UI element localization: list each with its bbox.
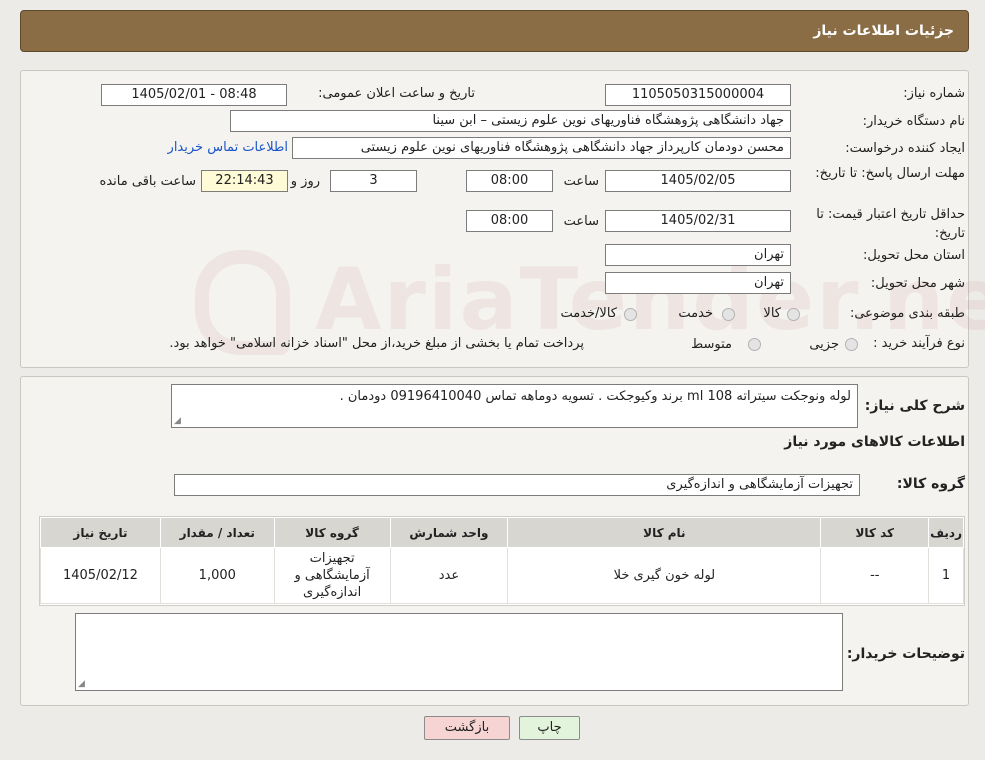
buyer-org-label: نام دستگاه خریدار: [862, 114, 965, 129]
province-label: استان محل تحویل: [863, 248, 965, 263]
cell-date: 1405/02/12 [40, 547, 161, 604]
cell-unit: عدد [389, 547, 509, 604]
col-header-name: نام کالا [507, 517, 822, 548]
need-number-label: شماره نیاز: [903, 86, 965, 101]
description-value: لوله ونوجکت سیتراته 108 ml برند وکیوجکت … [339, 389, 851, 404]
table-row: 1 -- لوله خون گیری خلا عدد تجهیزات آزمای… [40, 547, 964, 604]
purchase-radio-partial[interactable] [845, 338, 858, 351]
table-header-row: ردیف کد کالا نام کالا واحد شمارش گروه کا… [40, 517, 964, 548]
category-option-goods: کالا [763, 306, 781, 321]
reply-time-field: 08:00 [466, 170, 553, 192]
city-field: تهران [605, 272, 791, 294]
cell-qty: 1,000 [159, 547, 275, 604]
resize-grip-icon[interactable]: ◢ [78, 680, 85, 689]
category-option-service: خدمت [678, 306, 713, 321]
announce-label: تاریخ و ساعت اعلان عمومی: [318, 86, 475, 101]
days-field: 3 [330, 170, 417, 192]
col-header-group: گروه کالا [273, 517, 391, 548]
reply-time-label: ساعت [563, 174, 599, 189]
col-header-index: ردیف [928, 517, 964, 548]
col-header-unit: واحد شمارش [389, 517, 509, 548]
category-radio-service[interactable] [722, 308, 735, 321]
goods-group-field: تجهیزات آزمایشگاهی و اندازه‌گیری [174, 474, 860, 496]
category-radio-goods[interactable] [787, 308, 800, 321]
col-header-code: کد کالا [820, 517, 930, 548]
validity-time-label: ساعت [563, 214, 599, 229]
days-label: روز و [290, 174, 320, 189]
buyer-notes-textarea[interactable]: ◢ [75, 613, 843, 691]
validity-date-field: 1405/02/31 [605, 210, 791, 232]
creator-field: محسن دودمان کارپرداز جهاد دانشگاهی پژوهش… [292, 137, 791, 159]
reply-deadline-label: مهلت ارسال پاسخ: تا تاریخ: [815, 166, 965, 181]
buyer-notes-label: توضیحات خریدار: [846, 646, 965, 662]
page-header: جزئیات اطلاعات نیاز [20, 10, 969, 52]
purchase-note: پرداخت تمام یا بخشی از مبلغ خرید،از محل … [169, 336, 584, 351]
items-table: ردیف کد کالا نام کالا واحد شمارش گروه کا… [40, 517, 964, 604]
price-validity-label: حداقل تاریخ اعتبار قیمت: تا تاریخ: [816, 207, 965, 241]
goods-group-label: گروه کالا: [896, 476, 965, 492]
back-button[interactable]: بازگشت [424, 716, 510, 740]
buyer-contact-link[interactable]: اطلاعات تماس خریدار [168, 140, 288, 155]
cell-index: 1 [928, 547, 964, 604]
cell-code: -- [820, 547, 930, 604]
category-option-goods-service: کالا/خدمت [560, 306, 617, 321]
resize-grip-icon[interactable]: ◢ [174, 417, 181, 426]
buyer-org-field: جهاد دانشگاهی پژوهشگاه فناوریهای نوین عل… [230, 110, 791, 132]
items-table-wrap: ردیف کد کالا نام کالا واحد شمارش گروه کا… [39, 516, 965, 606]
validity-time-field: 08:00 [466, 210, 553, 232]
purchase-option-medium: متوسط [691, 337, 732, 352]
cell-group: تجهیزات آزمایشگاهی و اندازه‌گیری [273, 547, 391, 604]
description-label: شرح کلی نیاز: [864, 398, 965, 414]
remaining-label: ساعت باقی مانده [99, 174, 196, 189]
category-radio-goods-service[interactable] [624, 308, 637, 321]
purchase-option-partial: جزیی [809, 337, 839, 352]
cell-name: لوله خون گیری خلا [507, 547, 822, 604]
announce-field: 1405/02/01 - 08:48 [101, 84, 287, 106]
city-label: شهر محل تحویل: [870, 276, 965, 291]
remaining-time-field: 22:14:43 [201, 170, 288, 192]
province-field: تهران [605, 244, 791, 266]
purchase-radio-medium[interactable] [748, 338, 761, 351]
purchase-type-label: نوع فرآیند خرید : [873, 336, 965, 351]
page-title: جزئیات اطلاعات نیاز [813, 23, 954, 39]
category-label: طبقه بندی موضوعی: [849, 306, 965, 321]
col-header-date: تاریخ نیاز [40, 517, 161, 548]
goods-section-title: اطلاعات کالاهای مورد نیاز [784, 434, 965, 450]
col-header-qty: تعداد / مقدار [159, 517, 275, 548]
print-button[interactable]: چاپ [519, 716, 580, 740]
reply-date-field: 1405/02/05 [605, 170, 791, 192]
need-number-field: 1105050315000004 [605, 84, 791, 106]
creator-label: ایجاد کننده درخواست: [845, 141, 965, 156]
description-text[interactable]: لوله ونوجکت سیتراته 108 ml برند وکیوجکت … [171, 384, 858, 428]
